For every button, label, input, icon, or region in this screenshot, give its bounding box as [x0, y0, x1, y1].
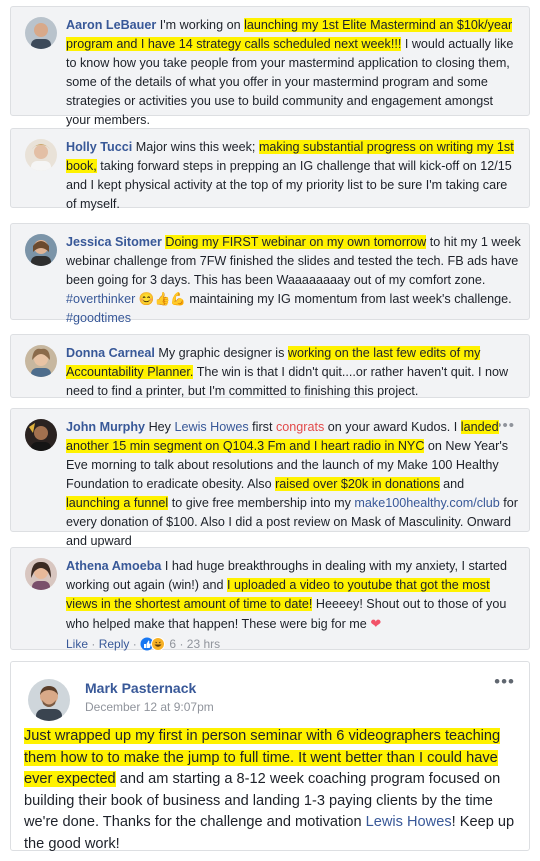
congrats-text: congrats: [275, 420, 325, 434]
hashtag-link[interactable]: #overthinker: [66, 292, 135, 306]
comment-actions: Like · Reply · 6 · 23 hrs: [66, 635, 521, 657]
like-link[interactable]: Like: [66, 637, 88, 651]
comment-card: Holly Tucci Major wins this week; making…: [10, 128, 530, 211]
avatar[interactable]: [25, 17, 57, 49]
reply-link[interactable]: Reply: [99, 637, 130, 651]
reaction-icons[interactable]: [140, 637, 166, 657]
heart-emoji-icon: ❤: [370, 616, 382, 631]
mention-link[interactable]: Lewis Howes: [366, 814, 452, 830]
commenter-name[interactable]: Donna Carneal: [66, 346, 155, 360]
more-options-icon[interactable]: •••: [494, 672, 515, 692]
comment-card: Athena Amoeba I had huge breakthroughs i…: [10, 547, 530, 651]
comment-text: Aaron LeBauer I'm working on launching m…: [66, 18, 514, 127]
url-link[interactable]: make100healthy.com/club: [354, 496, 499, 510]
post-date[interactable]: December 12 at 9:07pm: [85, 700, 214, 714]
commenter-name[interactable]: Athena Amoeba: [66, 559, 161, 573]
poster-name[interactable]: Mark Pasternack: [85, 680, 196, 696]
feature-post: Mark Pasternack December 12 at 9:07pm ••…: [10, 661, 530, 852]
post-text: Just wrapped up my first in person semin…: [24, 728, 515, 852]
commenter-name[interactable]: Jessica Sitomer: [66, 235, 162, 249]
avatar[interactable]: [25, 139, 57, 171]
avatar[interactable]: [25, 419, 57, 451]
comment-text: Athena Amoeba I had huge breakthroughs i…: [66, 557, 521, 657]
avatar[interactable]: [28, 679, 70, 721]
comment-text: Jessica Sitomer Doing my FIRST webinar o…: [66, 235, 521, 325]
commenter-name[interactable]: John Murphy: [66, 420, 145, 434]
highlighted-text: launching a funnel: [66, 496, 169, 510]
avatar[interactable]: [25, 234, 57, 266]
commenter-name[interactable]: Aaron LeBauer: [66, 18, 156, 32]
avatar[interactable]: [25, 345, 57, 377]
comment-card: ••• John Murphy Hey Lewis Howes first co…: [10, 408, 530, 548]
comment-card: Jessica Sitomer Doing my FIRST webinar o…: [10, 223, 530, 325]
comment-card: Donna Carneal My graphic designer is wor…: [10, 334, 530, 398]
highlighted-text: Doing my FIRST webinar on my own tomorro…: [165, 235, 427, 249]
mention-link[interactable]: Lewis Howes: [174, 420, 248, 434]
highlighted-text: raised over $20k in donations: [275, 477, 440, 491]
reaction-count[interactable]: 6: [169, 637, 176, 651]
avatar[interactable]: [25, 558, 57, 590]
hashtag-link[interactable]: #goodtimes: [66, 311, 131, 325]
timestamp[interactable]: 23 hrs: [187, 637, 220, 651]
comment-text: Holly Tucci Major wins this week; making…: [66, 140, 514, 211]
comment-card: Aaron LeBauer I'm working on launching m…: [10, 6, 530, 127]
haha-reaction-icon: [151, 637, 166, 651]
comment-text: Donna Carneal My graphic designer is wor…: [66, 346, 509, 398]
comment-text: John Murphy Hey Lewis Howes first congra…: [66, 420, 518, 548]
emoji-group: 😊👍💪: [135, 292, 186, 306]
commenter-name[interactable]: Holly Tucci: [66, 140, 132, 154]
